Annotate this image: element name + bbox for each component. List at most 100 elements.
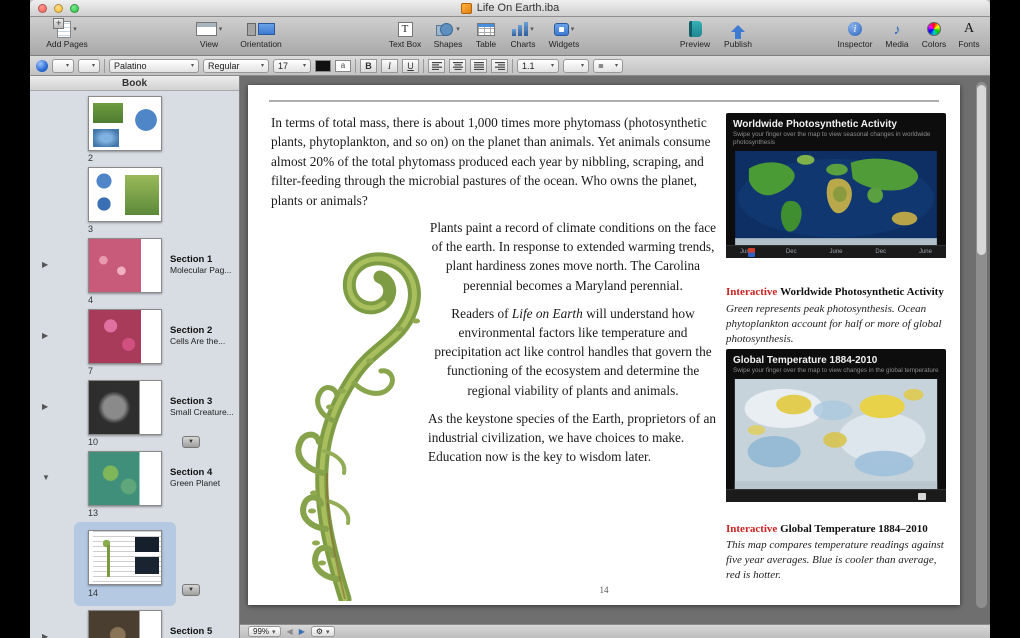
- sidebar-section-4[interactable]: ▼ 13 Section 4 Green Planet: [30, 451, 239, 522]
- add-pages-button[interactable]: ▾ Add Pages: [44, 19, 90, 49]
- table-icon: [477, 23, 495, 36]
- widget-disclosure-button[interactable]: ▼: [182, 584, 200, 596]
- widget-caption-2[interactable]: Interactive Global Temperature 1884–2010: [726, 523, 950, 535]
- disclosure-triangle-icon[interactable]: ▶: [42, 632, 48, 638]
- next-page-button[interactable]: ▶: [299, 627, 305, 636]
- photosynthesis-widget[interactable]: Worldwide Photosynthetic Activity Swipe …: [726, 113, 946, 258]
- layout-canvas[interactable]: In terms of total mass, there is about 1…: [240, 76, 990, 624]
- disclosure-triangle-icon[interactable]: ▶: [42, 402, 48, 411]
- font-family-select[interactable]: Palatino▾: [109, 59, 199, 73]
- align-left-button[interactable]: [428, 59, 445, 73]
- page-7-thumbnail[interactable]: [88, 309, 162, 364]
- font-style-select[interactable]: Regular▾: [203, 59, 269, 73]
- page-2-thumbnail[interactable]: [88, 96, 162, 151]
- font-size-select[interactable]: 17▾: [273, 59, 311, 73]
- document-page[interactable]: In terms of total mass, there is about 1…: [248, 85, 960, 605]
- fern-illustration[interactable]: [250, 211, 455, 601]
- shapes-icon: [436, 22, 454, 37]
- columns-select[interactable]: ▾: [563, 59, 589, 73]
- page-3-thumbnail[interactable]: [88, 167, 162, 222]
- section-5-thumbnail[interactable]: [88, 610, 162, 638]
- timeline-scrubber[interactable]: June Dec June Dec June: [726, 245, 946, 258]
- view-label: View: [200, 39, 218, 49]
- page-13-thumbnail[interactable]: [88, 451, 162, 506]
- background-color-well[interactable]: a: [335, 60, 351, 72]
- sidebar-page-2[interactable]: 2: [30, 96, 239, 167]
- chevron-down-icon: ▾: [219, 25, 223, 33]
- sidebar-header: Book: [30, 76, 239, 91]
- disclosure-triangle-icon[interactable]: ▶: [42, 331, 48, 340]
- sidebar-section-5[interactable]: ▶ Section 5: [30, 610, 239, 638]
- title-bar[interactable]: Life On Earth.iba: [30, 0, 990, 17]
- body-text-paragraph-1[interactable]: In terms of total mass, there is about 1…: [271, 113, 716, 210]
- italic-button[interactable]: I: [381, 59, 398, 73]
- text-box-button[interactable]: T Text Box: [382, 19, 428, 49]
- previous-page-button[interactable]: ◀: [287, 627, 293, 636]
- year-scrubber[interactable]: [726, 489, 946, 502]
- vertical-scrollbar[interactable]: [976, 82, 987, 608]
- colors-button[interactable]: Colors: [916, 19, 952, 49]
- page-number-label: 14: [88, 588, 98, 598]
- fonts-button[interactable]: A Fonts: [952, 19, 986, 49]
- minimize-button[interactable]: [54, 4, 63, 13]
- sidebar-section-2[interactable]: ▶ 7 Section 2 Cells Are the...: [30, 309, 239, 380]
- section-subtitle: Small Creature...: [170, 407, 236, 417]
- colors-icon: [927, 22, 941, 36]
- page-10-thumbnail[interactable]: [88, 380, 162, 435]
- preview-label: Preview: [680, 39, 710, 49]
- widget-caption-1[interactable]: Interactive Worldwide Photosynthetic Act…: [726, 286, 950, 298]
- preview-button[interactable]: Preview: [672, 19, 718, 49]
- zoom-select[interactable]: 99% ▾: [248, 626, 281, 637]
- disclosure-triangle-icon[interactable]: ▶: [42, 260, 48, 269]
- scrubber-handle[interactable]: [918, 493, 926, 500]
- sidebar-page-14-selected[interactable]: 14 ▼: [30, 522, 239, 608]
- close-button[interactable]: [38, 4, 47, 13]
- body-text-column[interactable]: Plants paint a record of climate conditi…: [428, 218, 718, 475]
- status-bar: 99% ▾ ◀ ▶ ⚙ ▾: [240, 624, 990, 638]
- align-right-button[interactable]: [491, 59, 508, 73]
- table-button[interactable]: Table: [468, 19, 504, 49]
- interactive-tag: Interactive: [726, 286, 777, 298]
- widget-caption-body-1[interactable]: Green represents peak photosynthesis. Oc…: [726, 302, 950, 346]
- preview-icon: [689, 21, 702, 37]
- underline-button[interactable]: U: [402, 59, 419, 73]
- page-footer-number: 14: [248, 585, 960, 595]
- sidebar-section-3[interactable]: ▶ 10 Section 3 Small Creature... ▼: [30, 380, 239, 451]
- body-text-paragraph-2: Plants paint a record of climate conditi…: [428, 218, 718, 295]
- orientation-button[interactable]: Orientation: [232, 19, 290, 49]
- align-justify-button[interactable]: [470, 59, 487, 73]
- widget-caption-body-2[interactable]: This map compares temperature readings a…: [726, 538, 950, 582]
- widget-disclosure-button[interactable]: ▼: [182, 436, 200, 448]
- timeline-marker[interactable]: [748, 248, 755, 257]
- traffic-lights: [38, 4, 79, 13]
- text-color-well[interactable]: [315, 60, 331, 72]
- align-center-button[interactable]: [449, 59, 466, 73]
- align-center-icon: [453, 62, 463, 70]
- widgets-button[interactable]: ▾ Widgets: [542, 19, 586, 49]
- sidebar-page-3[interactable]: 3: [30, 167, 239, 238]
- character-style-mini-select[interactable]: ▾: [78, 59, 100, 73]
- sidebar-section-1[interactable]: ▶ 4 Section 1 Molecular Pag...: [30, 238, 239, 309]
- temperature-widget[interactable]: Global Temperature 1884-2010 Swipe your …: [726, 349, 946, 502]
- style-mini-select[interactable]: ▾: [52, 59, 74, 73]
- page-number-label: 7: [88, 366, 93, 376]
- paragraph-style-icon[interactable]: [36, 60, 48, 72]
- zoom-button[interactable]: [70, 4, 79, 13]
- publish-button[interactable]: Publish: [718, 19, 758, 49]
- line-spacing-select[interactable]: 1.1▾: [517, 59, 559, 73]
- scrollbar-thumb[interactable]: [977, 85, 986, 255]
- bold-button[interactable]: B: [360, 59, 377, 73]
- view-button[interactable]: ▾ View: [186, 19, 232, 49]
- toolbar: ▾ Add Pages ▾ View Orientation T Text Bo…: [30, 17, 990, 56]
- disclosure-triangle-icon[interactable]: ▼: [42, 473, 50, 482]
- list-style-select[interactable]: ≣▾: [593, 59, 623, 73]
- page-options-button[interactable]: ⚙ ▾: [311, 626, 335, 637]
- inspector-button[interactable]: i Inspector: [832, 19, 878, 49]
- media-button[interactable]: ♪ Media: [878, 19, 916, 49]
- page-4-thumbnail[interactable]: [88, 238, 162, 293]
- charts-button[interactable]: ▾ Charts: [504, 19, 542, 49]
- page-14-thumbnail[interactable]: [88, 530, 162, 585]
- align-justify-icon: [474, 62, 484, 70]
- shapes-button[interactable]: ▾ Shapes: [428, 19, 468, 49]
- temperature-map: [733, 379, 939, 489]
